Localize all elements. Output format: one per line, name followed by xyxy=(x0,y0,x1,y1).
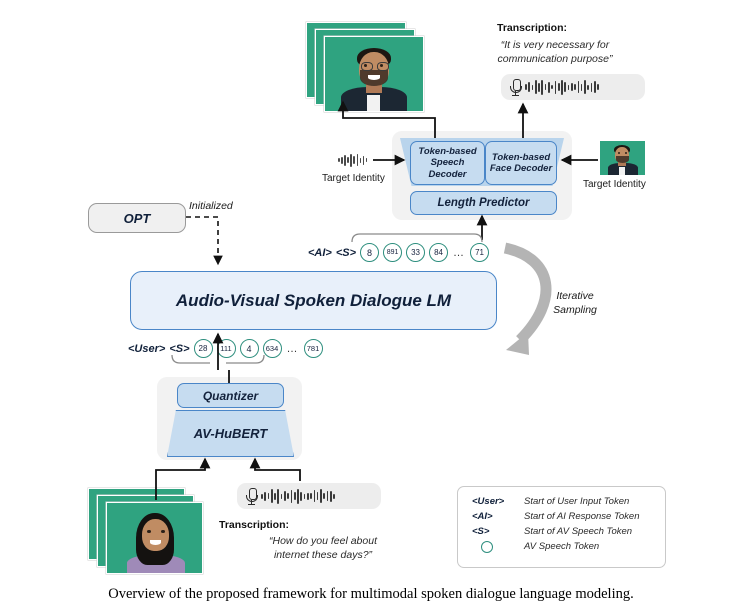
target-identity-right-image xyxy=(600,141,645,175)
output-transcription-line-1: “It is very necessary for xyxy=(500,39,610,51)
female-face-input xyxy=(107,503,202,573)
quantizer-box[interactable]: Quantizer xyxy=(177,383,284,408)
token-ellipsis: … xyxy=(286,342,299,355)
legend-row: <User> Start of User Input Token xyxy=(458,494,665,509)
legend-value: Start of AI Response Token xyxy=(524,511,640,522)
legend-value: Start of AV Speech Token xyxy=(524,526,633,537)
face-decoder-label-1: Token-based xyxy=(491,151,551,163)
figure-canvas: Transcription: “It is very necessary for… xyxy=(0,0,742,612)
legend-key: <User> xyxy=(472,496,505,507)
iterative-sampling-label-1: Iterative xyxy=(556,290,594,302)
microphone-icon xyxy=(510,78,523,96)
token-circle: 634 xyxy=(262,339,282,358)
initialized-label: Initialized xyxy=(189,200,233,212)
token-circle: 111 xyxy=(216,339,236,358)
opt-box[interactable]: OPT xyxy=(88,203,186,233)
target-identity-right-label: Target Identity xyxy=(583,179,646,190)
face-decoder-label-2: Face Decoder xyxy=(489,163,553,174)
output-transcription-line-2: communication purpose” xyxy=(497,53,613,65)
legend-row: AV Speech Token xyxy=(458,539,665,554)
token-ellipsis: … xyxy=(453,246,466,259)
input-transcription-line-1: “How do you feel about xyxy=(269,535,377,547)
output-video-stack xyxy=(306,22,428,124)
ai-speech-start-token: <S> xyxy=(335,246,357,259)
legend-value: AV Speech Token xyxy=(524,541,600,552)
token-circle: 781 xyxy=(303,339,323,358)
target-identity-waveform-icon xyxy=(338,153,368,167)
figure-caption: Overview of the proposed framework for m… xyxy=(108,586,634,602)
token-circle: 4 xyxy=(239,339,259,358)
token-circle: 28 xyxy=(193,339,213,358)
av-hubert-box[interactable]: AV-HuBERT xyxy=(167,410,294,457)
input-audio-badge xyxy=(237,483,381,509)
ai-prefix-token: <AI> xyxy=(308,246,332,259)
legend-row: <AI> Start of AI Response Token xyxy=(458,509,665,524)
ai-token-sequence: <AI> <S> 8 891 33 84 … 71 xyxy=(308,243,490,262)
iterative-sampling-label-2: Sampling xyxy=(553,304,597,316)
speech-decoder-label-2: Speech Decoder xyxy=(428,157,467,180)
user-speech-start-token: <S> xyxy=(169,342,190,355)
input-transcription-title: Transcription: xyxy=(219,519,290,531)
input-transcription-line-2: internet these days?” xyxy=(273,549,373,561)
waveform-icon xyxy=(261,487,335,505)
user-prefix-token: <User> xyxy=(128,342,166,355)
token-circle-icon xyxy=(481,540,493,553)
target-identity-left-label: Target Identity xyxy=(322,173,385,184)
input-video-stack xyxy=(88,488,210,578)
legend-row: <S> Start of AV Speech Token xyxy=(458,524,665,539)
token-circle: 33 xyxy=(406,243,426,262)
length-predictor[interactable]: Length Predictor xyxy=(410,191,557,215)
token-based-face-decoder[interactable]: Token-based Face Decoder xyxy=(485,141,557,185)
legend-key: <S> xyxy=(472,526,490,537)
user-token-sequence: <User> <S> 28 111 4 634 … 781 xyxy=(128,339,323,358)
token-circle: 8 xyxy=(360,243,380,262)
output-audio-badge xyxy=(501,74,645,100)
video-frame-front xyxy=(324,36,424,112)
token-based-speech-decoder[interactable]: Token-based Speech Decoder xyxy=(410,141,485,185)
legend-key: <AI> xyxy=(472,511,493,522)
output-transcription-title: Transcription: xyxy=(497,22,568,34)
legend-box: <User> Start of User Input Token <AI> St… xyxy=(457,486,666,568)
speech-decoder-label-1: Token-based xyxy=(418,145,477,157)
token-circle: 891 xyxy=(383,243,403,262)
waveform-icon xyxy=(525,78,599,96)
token-circle: 84 xyxy=(429,243,449,262)
video-frame-front xyxy=(106,502,203,574)
audio-visual-spoken-dialogue-lm[interactable]: Audio-Visual Spoken Dialogue LM xyxy=(130,271,497,330)
microphone-icon xyxy=(246,487,259,505)
legend-value: Start of User Input Token xyxy=(524,496,630,507)
token-circle: 71 xyxy=(470,243,490,262)
male-face-output xyxy=(325,37,423,111)
